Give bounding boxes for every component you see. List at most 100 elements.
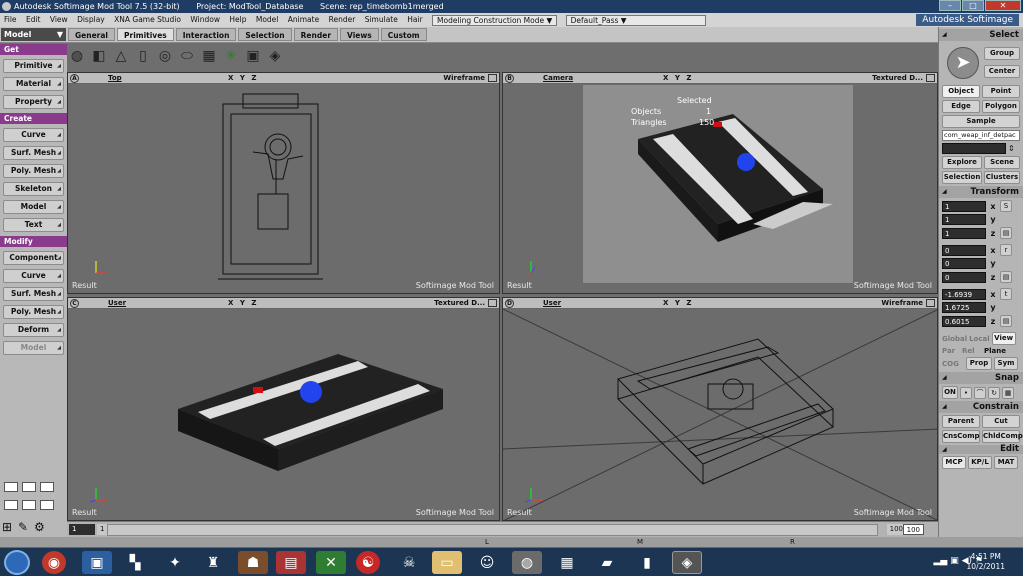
get-property-button[interactable]: Property [3,95,64,109]
viewport-letter[interactable]: D [505,299,514,308]
explore-button[interactable]: Explore [942,156,982,169]
rotation-z-field[interactable]: 0 [942,271,986,283]
scale-z-field[interactable]: 1 [942,227,986,239]
plane-button[interactable]: Plane [984,347,1006,355]
app-icon[interactable]: ♜ [198,551,228,574]
layout-icon[interactable] [22,482,36,492]
soccer-ball-icon[interactable]: ◈ [266,47,284,65]
scale-x-field[interactable]: 1 [942,200,986,212]
viewport-b[interactable]: B Camera X Y Z Textured D... Selected Ob… [502,72,938,294]
xyz-label[interactable]: X Y Z [228,73,258,84]
local-button[interactable]: Local [969,335,990,343]
tab-render[interactable]: Render [293,28,339,41]
object-button[interactable]: Object [942,85,980,98]
snap-header[interactable]: Snap [939,372,1023,384]
scale-y-field[interactable]: 1 [942,214,986,225]
app-icon[interactable]: ▦ [552,551,582,574]
menu-display[interactable]: Display [77,15,105,24]
modify-deform-button[interactable]: Deform [3,323,64,337]
cut-button[interactable]: Cut [982,415,1020,428]
create-surf-mesh-button[interactable]: Surf. Mesh [3,146,64,160]
timeline-current-field[interactable]: 1 [97,524,108,535]
viewport-letter[interactable]: A [70,74,79,83]
display-mode-menu[interactable]: Wireframe [881,298,923,309]
rel-button[interactable]: Rel [962,347,982,355]
chrome-icon[interactable]: ◉ [42,551,66,574]
kpl-button[interactable]: KP/L [968,456,992,469]
display-mode-menu[interactable]: Textured D... [434,298,485,309]
layout-icon[interactable] [4,500,18,510]
constrain-header[interactable]: Constrain [939,401,1023,413]
snap-point-icon[interactable]: • [960,386,972,399]
timeline-start-field[interactable]: 1 [69,524,95,535]
menu-animate[interactable]: Animate [288,15,319,24]
app-icon[interactable]: ▣ [82,551,112,574]
pass-dropdown[interactable]: Default_Pass ▼ [565,14,706,26]
rotate-icon[interactable]: r [1000,244,1012,256]
camera-menu[interactable]: Top [108,73,122,84]
transform-header[interactable]: Transform [939,186,1023,198]
maximize-button[interactable]: □ [962,0,984,11]
center-button[interactable]: Center [984,65,1020,78]
viewport-d[interactable]: D User X Y Z Wireframe Result Softimage … [502,297,938,521]
app-icon[interactable]: ▚ [120,551,150,574]
polygon-button[interactable]: Polygon [982,100,1020,113]
view-button[interactable]: View [991,332,1016,345]
clock[interactable]: 4:51 PM 10/2/2011 [967,552,1005,572]
maximize-viewport-icon[interactable] [488,299,497,307]
viewport-a[interactable]: A Top X Y Z Wireframe Result Softimage M… [67,72,500,294]
viewport-letter[interactable]: B [505,74,514,83]
rotation-y-field[interactable]: 0 [942,258,986,269]
rotation-x-field[interactable]: 0 [942,244,986,256]
create-text-button[interactable]: Text [3,218,64,232]
tab-primitives[interactable]: Primitives [117,28,174,41]
selection-filter-field[interactable] [942,143,1006,154]
sym-button[interactable]: Sym [994,357,1018,370]
translation-y-field[interactable]: 1.6725 [942,302,986,313]
maximize-viewport-icon[interactable] [926,299,935,307]
selection-button[interactable]: Selection [942,171,982,184]
menu-help[interactable]: Help [229,15,246,24]
tab-interaction[interactable]: Interaction [175,28,237,41]
network-icon[interactable]: ⊞ [2,520,12,534]
gear-icon[interactable]: ⚙ [34,520,45,534]
app-icon[interactable]: ▤ [276,551,306,574]
translation-z-field[interactable]: 0.6015 [942,315,986,327]
create-poly-mesh-button[interactable]: Poly. Mesh [3,164,64,178]
folder-icon[interactable]: ▭ [432,551,462,574]
viewport-c[interactable]: C User X Y Z Textured D... Result Softim… [67,297,500,521]
menu-window[interactable]: Window [190,15,220,24]
translation-x-field[interactable]: -1.6939 [942,288,986,300]
menu-render[interactable]: Render [329,15,356,24]
tab-selection[interactable]: Selection [238,28,292,41]
prop-button[interactable]: Prop [966,357,992,370]
selection-name-field[interactable]: com_weap_inf_detpac [942,130,1020,141]
network-icon[interactable]: ▣ [950,556,959,566]
display-mode-menu[interactable]: Textured D... [872,73,923,84]
app-icon[interactable]: ✕ [316,551,346,574]
cube-icon[interactable]: ◧ [90,47,108,65]
cnscomp-button[interactable]: CnsComp [942,430,980,443]
display-mode-menu[interactable]: Wireframe [443,73,485,84]
modify-surf-mesh-button[interactable]: Surf. Mesh [3,287,64,301]
cylinder-icon[interactable]: ▯ [134,47,152,65]
select-arrow-icon[interactable]: ➤ [947,47,979,79]
app-icon[interactable]: ▰ [592,551,622,574]
layout-icon[interactable] [40,482,54,492]
timeline-end-field[interactable]: 100 [902,524,924,535]
edit-header[interactable]: Edit [939,445,1023,454]
layout-icon[interactable] [40,500,54,510]
sphere-icon[interactable]: ◍ [68,47,86,65]
cube-wire-icon[interactable]: ▣ [244,47,262,65]
group-button[interactable]: Group [984,47,1020,60]
menu-xna[interactable]: XNA Game Studio [114,15,181,24]
lock-icon[interactable]: ▤ [1000,271,1012,283]
maximize-viewport-icon[interactable] [926,74,935,82]
app-icon[interactable]: ☗ [238,551,268,574]
clusters-button[interactable]: Clusters [984,171,1020,184]
app-icon[interactable]: ✦ [160,551,190,574]
signal-icon[interactable]: ▂▄ [934,556,948,566]
get-material-button[interactable]: Material [3,77,64,91]
app-icon[interactable]: ☠ [394,551,424,574]
timeline-slider[interactable] [107,524,878,536]
